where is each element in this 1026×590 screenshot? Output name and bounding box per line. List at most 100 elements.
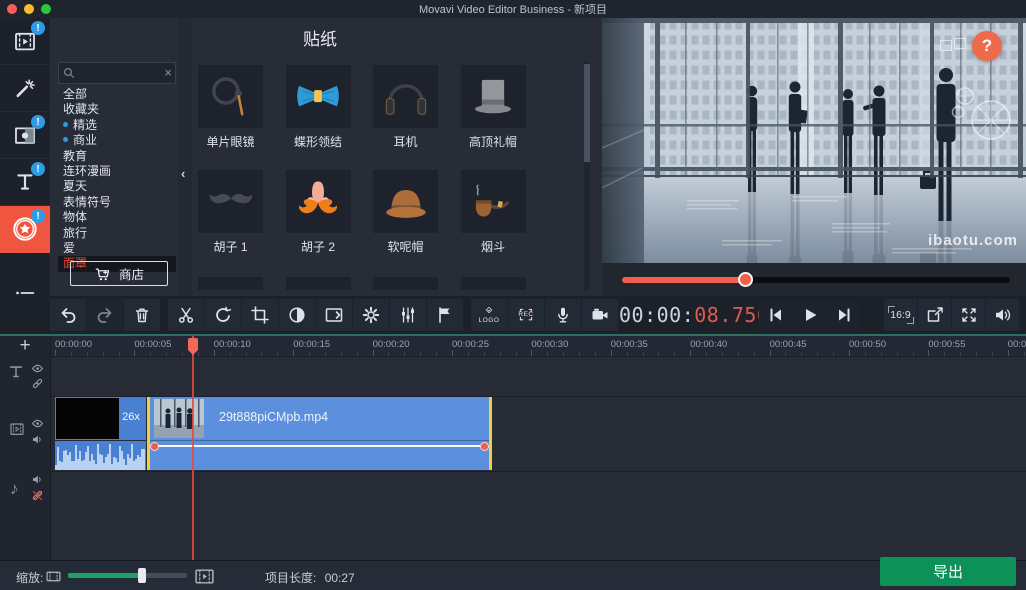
- sticker-tile[interactable]: [461, 170, 526, 233]
- playhead-line[interactable]: [192, 336, 194, 560]
- category-item-3[interactable]: 精选: [58, 118, 176, 133]
- ruler-tick: [198, 352, 199, 356]
- ruler-tick: [420, 352, 421, 356]
- sticker-tile[interactable]: [198, 170, 263, 233]
- clear-search-icon[interactable]: ×: [164, 64, 172, 82]
- ruler-tick: [881, 352, 882, 356]
- previous-frame-button[interactable]: [759, 299, 792, 331]
- eq-button[interactable]: [390, 299, 426, 331]
- category-item-1[interactable]: 全部: [58, 87, 176, 102]
- ruler-tick: [944, 352, 945, 356]
- export-button[interactable]: 导出: [880, 557, 1016, 586]
- detach-preview-button[interactable]: [918, 299, 951, 331]
- logo-icon: [482, 307, 496, 318]
- sidebar-item-transitions[interactable]: !: [0, 112, 50, 159]
- mic-button[interactable]: [545, 299, 581, 331]
- sticker-tile[interactable]: [286, 65, 351, 128]
- aspect-ratio-button[interactable]: 16:9: [884, 299, 917, 331]
- sticker-tile[interactable]: [286, 277, 351, 290]
- sidebar-item-titles[interactable]: !: [0, 159, 50, 206]
- video-clip-sped-up[interactable]: 26x: [55, 397, 146, 440]
- audio-track-volume-icon[interactable]: [31, 473, 44, 486]
- ruler-tick: [801, 352, 802, 356]
- category-item-5[interactable]: 教育: [58, 149, 176, 164]
- category-item-4[interactable]: 商业: [58, 133, 176, 148]
- logo-button[interactable]: LOGO: [471, 299, 507, 331]
- help-button[interactable]: ?: [972, 31, 1002, 61]
- crop-button[interactable]: [242, 299, 278, 331]
- rotate-button[interactable]: [205, 299, 241, 331]
- ruler-time-label: 00:00:45: [770, 339, 807, 350]
- mic-icon: [553, 305, 573, 325]
- sticker-tile[interactable]: [373, 65, 438, 128]
- rec-button[interactable]: REC: [508, 299, 544, 331]
- sticker-label: 单片眼镜: [192, 133, 273, 150]
- ruler-time-label: 00:00:55: [928, 339, 965, 350]
- title-track-icon: [7, 363, 25, 381]
- sticker-tile[interactable]: [286, 170, 351, 233]
- sticker-tile[interactable]: [461, 277, 526, 290]
- volume-envelope-line[interactable]: [152, 445, 487, 447]
- gear-button[interactable]: [353, 299, 389, 331]
- zoom-out-icon[interactable]: [45, 568, 62, 585]
- category-item-9[interactable]: 物体: [58, 210, 176, 225]
- envelope-point[interactable]: [150, 442, 159, 451]
- search-input[interactable]: [76, 66, 164, 80]
- playhead-marker[interactable]: [188, 338, 198, 350]
- sticker-tile[interactable]: [461, 65, 526, 128]
- sidebar-item-media[interactable]: !: [0, 18, 50, 65]
- trash-button[interactable]: [124, 299, 160, 331]
- camera-icon: [589, 305, 611, 325]
- seekbar-handle[interactable]: [738, 272, 753, 287]
- fit-timeline-icon[interactable]: [194, 566, 215, 587]
- add-track-button[interactable]: +: [12, 336, 38, 356]
- sidebar-item-filters[interactable]: [0, 65, 50, 112]
- project-length-value: 00:27: [325, 571, 355, 585]
- collapse-panel-button[interactable]: ‹: [178, 18, 192, 296]
- search-icon: [62, 66, 76, 80]
- timeline-zoom-slider[interactable]: [68, 573, 187, 578]
- category-item-6[interactable]: 连环漫画: [58, 164, 176, 179]
- undo-icon: [58, 305, 78, 325]
- ruler-tick: [103, 352, 104, 356]
- category-item-2[interactable]: 收藏夹: [58, 102, 176, 117]
- sticker-tile[interactable]: [373, 170, 438, 233]
- ruler-tick: [531, 350, 532, 356]
- contrast-button[interactable]: [279, 299, 315, 331]
- ruler-tick: [87, 352, 88, 356]
- store-button[interactable]: 商店: [70, 261, 168, 286]
- camera-button[interactable]: [582, 299, 618, 331]
- sticker-tile[interactable]: [198, 65, 263, 128]
- title-track-link-icon[interactable]: [31, 377, 44, 390]
- category-item-11[interactable]: 爱: [58, 241, 176, 256]
- zoom-slider-handle[interactable]: [138, 568, 146, 583]
- sidebar-item-stickers[interactable]: !: [0, 206, 50, 253]
- project-length: 项目长度: 00:27: [265, 569, 355, 586]
- envelope-point[interactable]: [480, 442, 489, 451]
- category-item-8[interactable]: 表情符号: [58, 195, 176, 210]
- next-frame-button[interactable]: [827, 299, 860, 331]
- preview-seekbar[interactable]: [622, 277, 1010, 283]
- detach-window-icon: [925, 305, 945, 325]
- video-track-audio-icon[interactable]: [31, 433, 44, 446]
- audio-clip-waveform[interactable]: [55, 441, 146, 470]
- redo-button[interactable]: [87, 299, 123, 331]
- flag-button[interactable]: [427, 299, 463, 331]
- ruler-tick: [150, 352, 151, 356]
- undo-button[interactable]: [50, 299, 86, 331]
- fullscreen-button[interactable]: [952, 299, 985, 331]
- sticker-tile[interactable]: [198, 277, 263, 290]
- video-track-visibility-icon[interactable]: [31, 417, 44, 430]
- volume-button[interactable]: [986, 299, 1019, 331]
- play-button[interactable]: [793, 299, 826, 331]
- scrollbar-thumb[interactable]: [584, 64, 590, 162]
- scissors-button[interactable]: [168, 299, 204, 331]
- category-item-10[interactable]: 旅行: [58, 226, 176, 241]
- title-track-visibility-icon[interactable]: [31, 362, 44, 375]
- selected-video-clip[interactable]: 29t888piCMpb.mp4: [147, 397, 492, 470]
- slide-button[interactable]: [316, 299, 352, 331]
- sticker-tile[interactable]: [373, 277, 438, 290]
- ruler-tick: [293, 350, 294, 356]
- audio-track-unlink-icon[interactable]: [31, 489, 44, 502]
- category-item-7[interactable]: 夏天: [58, 179, 176, 194]
